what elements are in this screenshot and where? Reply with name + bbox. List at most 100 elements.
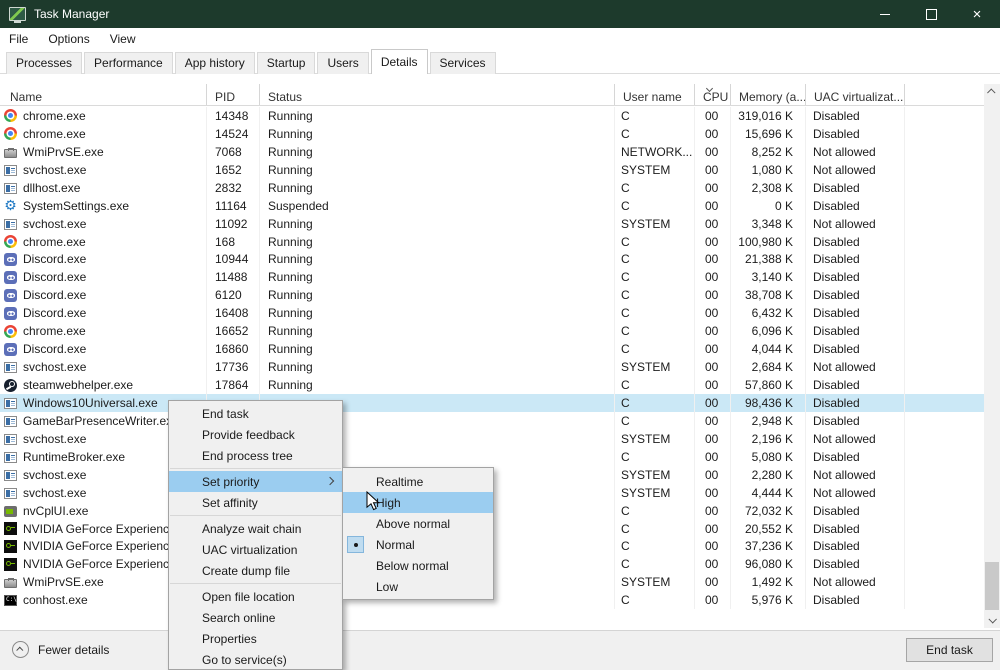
menu-item-open-file-location[interactable]: Open file location [169, 586, 342, 607]
table-row[interactable]: Discord.exe16408RunningC006,432 KDisable… [0, 304, 984, 322]
cell-mem: 20,552 K [731, 520, 806, 538]
table-row[interactable]: steamwebhelper.exe17864RunningC0057,860 … [0, 376, 984, 394]
cell-pid: 168 [207, 233, 260, 251]
table-row[interactable]: ⚙SystemSettings.exe11164SuspendedC000 KD… [0, 197, 984, 215]
cell-name: Discord.exe [0, 286, 207, 304]
table-row[interactable]: chrome.exe16652RunningC006,096 KDisabled [0, 322, 984, 340]
cell-cpu: 00 [695, 358, 731, 376]
table-row[interactable]: chrome.exe14524RunningC0015,696 KDisable… [0, 125, 984, 143]
column-header-cpu[interactable]: CPU [695, 84, 731, 105]
cell-filler [905, 484, 984, 502]
cell-pid: 10944 [207, 251, 260, 269]
process-name: nvCplUI.exe [23, 504, 88, 518]
column-header-pid[interactable]: PID [207, 84, 260, 105]
cell-uac: Not allowed [806, 430, 905, 448]
menu-item-search-online[interactable]: Search online [169, 607, 342, 628]
process-name: svchost.exe [23, 217, 86, 231]
menu-item-go-to-service-s[interactable]: Go to service(s) [169, 649, 342, 670]
menu-item-end-process-tree[interactable]: End process tree [169, 445, 342, 466]
cell-status: Running [260, 125, 615, 143]
menu-item-low[interactable]: Low [343, 576, 493, 597]
menu-item-below-normal[interactable]: Below normal [343, 555, 493, 576]
cell-pid: 11488 [207, 268, 260, 286]
cell-filler [905, 286, 984, 304]
menu-item-set-affinity[interactable]: Set affinity [169, 492, 342, 513]
column-header-status[interactable]: Status [260, 84, 615, 105]
tab-performance[interactable]: Performance [84, 52, 173, 74]
wmi-icon [4, 579, 17, 588]
table-row[interactable]: chrome.exe14348RunningC00319,016 KDisabl… [0, 107, 984, 125]
table-row[interactable]: svchost.exe11092RunningSYSTEM003,348 KNo… [0, 215, 984, 233]
cell-name: chrome.exe [0, 107, 207, 125]
tab-details[interactable]: Details [371, 49, 428, 74]
table-row[interactable]: Windows10Universal.exeC0098,436 KDisable… [0, 394, 984, 412]
tab-users[interactable]: Users [317, 52, 368, 74]
cell-uac: Not allowed [806, 484, 905, 502]
column-header-uac-virtualizat[interactable]: UAC virtualizat... [806, 84, 905, 105]
tab-services[interactable]: Services [430, 52, 496, 74]
chrome-icon [4, 235, 17, 248]
table-row[interactable]: WmiPrvSE.exe7068RunningNETWORK...008,252… [0, 143, 984, 161]
table-row[interactable]: GameBarPresenceWriter.exeC002,948 KDisab… [0, 412, 984, 430]
cell-pid: 2832 [207, 179, 260, 197]
table-row[interactable]: dllhost.exe2832RunningC002,308 KDisabled [0, 179, 984, 197]
menu-view[interactable]: View [100, 30, 146, 48]
end-task-button[interactable]: End task [906, 638, 993, 662]
column-header-user-name[interactable]: User name [615, 84, 695, 105]
menu-item-analyze-wait-chain[interactable]: Analyze wait chain [169, 518, 342, 539]
generic-icon [4, 165, 17, 176]
menu-file[interactable]: File [0, 30, 38, 48]
menu-item-end-task[interactable]: End task [169, 403, 342, 424]
scroll-down-arrow-icon[interactable] [984, 612, 1000, 628]
menu-item-properties[interactable]: Properties [169, 628, 342, 649]
menu-options[interactable]: Options [38, 30, 99, 48]
tab-processes[interactable]: Processes [6, 52, 82, 74]
cell-filler [905, 215, 984, 233]
scroll-up-arrow-icon[interactable] [984, 84, 1000, 100]
table-row[interactable]: chrome.exe168RunningC00100,980 KDisabled [0, 233, 984, 251]
cell-user: C [615, 197, 695, 215]
cell-uac: Disabled [806, 376, 905, 394]
vertical-scrollbar[interactable] [984, 84, 1000, 628]
cell-name: dllhost.exe [0, 179, 207, 197]
minimize-button[interactable] [862, 0, 908, 28]
table-row[interactable]: svchost.exeSYSTEM002,196 KNot allowed [0, 430, 984, 448]
process-name: Discord.exe [23, 252, 86, 266]
table-row[interactable]: Discord.exe16860RunningC004,044 KDisable… [0, 340, 984, 358]
cell-status: Running [260, 376, 615, 394]
process-name: RuntimeBroker.exe [23, 450, 125, 464]
column-header-memory-a[interactable]: Memory (a... [731, 84, 806, 105]
cell-status: Running [260, 304, 615, 322]
tab-app-history[interactable]: App history [175, 52, 255, 74]
table-row[interactable]: svchost.exe1652RunningSYSTEM001,080 KNot… [0, 161, 984, 179]
cell-uac: Disabled [806, 555, 905, 573]
cell-filler [905, 448, 984, 466]
cell-mem: 6,096 K [731, 322, 806, 340]
table-row[interactable]: svchost.exe17736RunningSYSTEM002,684 KNo… [0, 358, 984, 376]
table-row[interactable]: Discord.exe6120RunningC0038,708 KDisable… [0, 286, 984, 304]
table-row[interactable]: RuntimeBroker.exeC005,080 KDisabled [0, 448, 984, 466]
menu-item-high[interactable]: High [343, 492, 493, 513]
cell-name: svchost.exe [0, 215, 207, 233]
menu-item-normal[interactable]: Normal [343, 534, 493, 555]
menu-item-above-normal[interactable]: Above normal [343, 513, 493, 534]
cell-filler [905, 502, 984, 520]
generic-icon [4, 452, 17, 463]
menu-item-uac-virtualization[interactable]: UAC virtualization [169, 539, 342, 560]
maximize-button[interactable] [908, 0, 954, 28]
menu-item-provide-feedback[interactable]: Provide feedback [169, 424, 342, 445]
menu-item-realtime[interactable]: Realtime [343, 471, 493, 492]
menu-item-create-dump-file[interactable]: Create dump file [169, 560, 342, 581]
fewer-details-toggle[interactable]: Fewer details [12, 641, 109, 658]
cell-status: Running [260, 340, 615, 358]
table-row[interactable]: Discord.exe10944RunningC0021,388 KDisabl… [0, 251, 984, 269]
scrollbar-thumb[interactable] [985, 562, 999, 610]
cell-cpu: 00 [695, 484, 731, 502]
column-header-name[interactable]: Name [0, 84, 207, 105]
table-row[interactable]: Discord.exe11488RunningC003,140 KDisable… [0, 268, 984, 286]
cell-user: C [615, 448, 695, 466]
menu-item-label: Set affinity [202, 496, 258, 510]
close-button[interactable]: × [954, 0, 1000, 28]
menu-item-set-priority[interactable]: Set priority [169, 471, 342, 492]
tab-startup[interactable]: Startup [257, 52, 316, 74]
